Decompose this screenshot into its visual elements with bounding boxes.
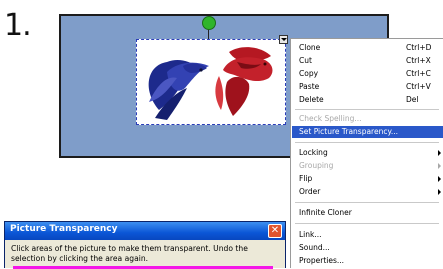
menu-separator xyxy=(295,223,439,224)
menu-item-link[interactable]: Link... xyxy=(292,229,443,241)
rotation-connector xyxy=(208,29,209,39)
menu-item-cut[interactable]: Cut Ctrl+X xyxy=(292,55,443,67)
menu-item-locking[interactable]: Locking xyxy=(292,147,443,159)
menu-separator xyxy=(295,142,439,143)
submenu-arrow-icon xyxy=(438,176,441,182)
dialog-title: Picture Transparency xyxy=(10,224,118,234)
submenu-arrow-icon xyxy=(438,163,441,169)
red-betta-fish-icon xyxy=(215,47,273,116)
menu-item-paste[interactable]: Paste Ctrl+V xyxy=(292,81,443,93)
menu-item-clone[interactable]: Clone Ctrl+D xyxy=(292,42,443,54)
step-number: 1. xyxy=(4,8,32,43)
close-icon[interactable]: ✕ xyxy=(268,224,282,238)
picture-transparency-dialog: Picture Transparency ✕ Click areas of th… xyxy=(4,221,286,269)
menu-item-delete[interactable]: Delete Del xyxy=(292,94,443,106)
menu-separator xyxy=(295,109,439,110)
rotation-handle[interactable] xyxy=(202,16,216,30)
menu-item-grouping: Grouping xyxy=(292,160,443,172)
menu-item-check-spelling: Check Spelling... xyxy=(299,114,362,123)
menu-item-copy[interactable]: Copy Ctrl+C xyxy=(292,68,443,80)
menu-separator xyxy=(295,202,439,203)
menu-item-sound[interactable]: Sound... xyxy=(292,242,443,254)
menu-item-infinite-cloner[interactable]: Infinite Cloner xyxy=(292,207,443,219)
context-menu: Clone Ctrl+D Cut Ctrl+X Copy Ctrl+C Paste Ct… xyxy=(290,38,443,268)
menu-item-flip[interactable]: Flip xyxy=(292,173,443,185)
dialog-instruction: Click areas of the picture to make them … xyxy=(11,244,248,263)
menu-item-set-picture-transparency[interactable]: Set Picture Transparency... xyxy=(292,126,443,138)
menu-item-properties[interactable]: Properties... xyxy=(292,255,443,267)
blue-betta-fish-icon xyxy=(148,60,209,120)
submenu-arrow-icon xyxy=(438,189,441,195)
menu-item-order[interactable]: Order xyxy=(292,186,443,198)
dialog-titlebar[interactable]: Picture Transparency ✕ xyxy=(5,222,285,240)
object-menu-dropdown-button[interactable] xyxy=(279,35,288,44)
selected-picture[interactable] xyxy=(136,39,286,125)
submenu-arrow-icon xyxy=(438,150,441,156)
